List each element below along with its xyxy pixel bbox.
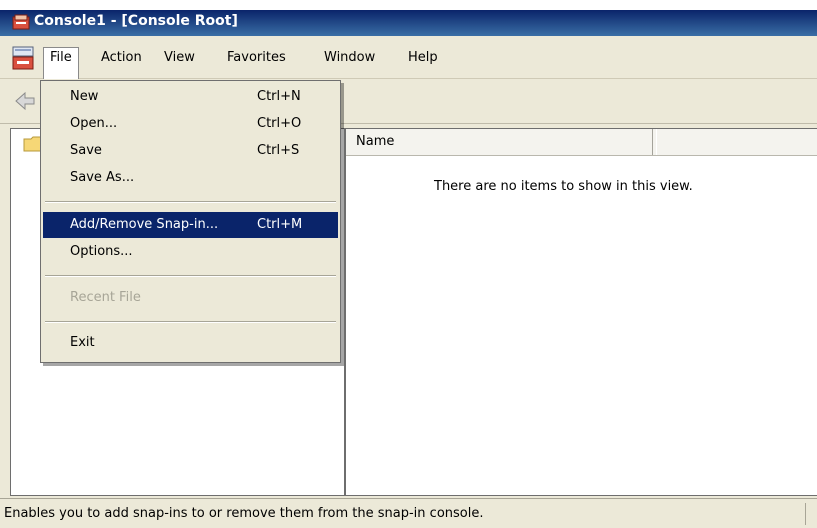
menu-item-save-as[interactable]: Save As...	[43, 165, 338, 191]
menu-item-shortcut: Ctrl+M	[257, 217, 303, 232]
menu-separator	[45, 201, 336, 203]
menu-item-new[interactable]: New Ctrl+N	[43, 84, 338, 110]
menu-item-add-remove-snap-in[interactable]: Add/Remove Snap-in... Ctrl+M	[43, 212, 338, 238]
menu-item-label: Save	[70, 143, 102, 158]
menu-item-label: Recent File	[70, 290, 141, 305]
menu-item-open[interactable]: Open... Ctrl+O	[43, 111, 338, 137]
column-header-empty[interactable]	[656, 129, 817, 155]
menu-separator	[45, 321, 336, 323]
result-list-pane[interactable]: Name There are no items to show in this …	[345, 128, 817, 496]
menu-favorites[interactable]: Favorites	[221, 48, 292, 68]
menu-item-shortcut: Ctrl+N	[257, 89, 301, 104]
menu-item-exit[interactable]: Exit	[43, 330, 338, 356]
window-title: Console1 - [Console Root]	[34, 13, 238, 29]
menu-bar: File Action View Favorites Window Help	[0, 36, 817, 79]
menu-item-label: Add/Remove Snap-in...	[70, 217, 219, 232]
menu-item-recent-file: Recent File	[43, 285, 338, 311]
status-bar: Enables you to add snap-ins to or remove…	[0, 498, 817, 528]
console-app-icon	[12, 14, 30, 30]
menu-separator	[45, 275, 336, 277]
status-bar-divider	[805, 503, 816, 525]
system-menu-icon[interactable]	[12, 46, 34, 70]
status-text: Enables you to add snap-ins to or remove…	[4, 506, 484, 521]
menu-item-label: Exit	[70, 335, 95, 350]
menu-item-label: Open...	[70, 116, 118, 131]
menu-window[interactable]: Window	[318, 48, 381, 68]
title-bar[interactable]: Console1 - [Console Root]	[0, 0, 817, 36]
list-column-header: Name	[346, 129, 817, 156]
menu-action[interactable]: Action	[95, 48, 148, 68]
file-menu-dropdown: New Ctrl+N Open... Ctrl+O Save Ctrl+S Sa…	[40, 80, 341, 363]
menu-item-label: Options...	[70, 244, 133, 259]
menu-item-label: Save As...	[70, 170, 135, 185]
menu-help[interactable]: Help	[402, 48, 444, 68]
menu-item-shortcut: Ctrl+S	[257, 143, 300, 158]
menu-item-shortcut: Ctrl+O	[257, 116, 302, 131]
column-header-name[interactable]: Name	[346, 129, 653, 155]
menu-file[interactable]: File	[43, 47, 79, 79]
menu-item-label: New	[70, 89, 99, 104]
empty-list-message: There are no items to show in this view.	[434, 179, 693, 194]
back-arrow-icon[interactable]	[14, 91, 36, 111]
menu-view[interactable]: View	[158, 48, 201, 68]
menu-item-save[interactable]: Save Ctrl+S	[43, 138, 338, 164]
menu-item-options[interactable]: Options...	[43, 239, 338, 265]
